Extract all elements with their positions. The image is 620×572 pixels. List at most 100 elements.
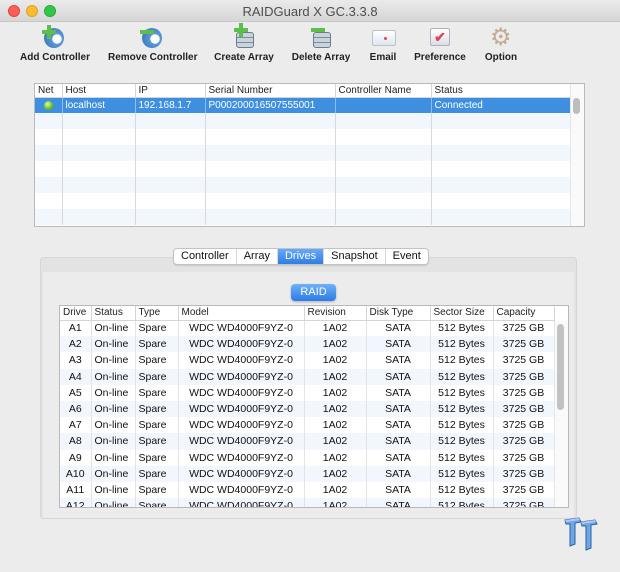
column-header[interactable]: Drive (60, 306, 92, 321)
raid-button[interactable]: RAID (291, 284, 336, 301)
drive-row[interactable]: A11 On-line Spare WDC WD4000F9YZ-0 1A02 SATA 5… (60, 481, 555, 499)
revision-cell: 1A02 (304, 498, 367, 507)
delete-array-label: Delete Array (291, 52, 351, 63)
sector-size-cell: 512 Bytes (430, 368, 494, 385)
drive-row[interactable]: A4 On-line Spare WDC WD4000F9YZ-0 1A02 SATA 51… (60, 368, 555, 385)
drive-row[interactable]: A10 On-line Spare WDC WD4000F9YZ-0 1A02 SATA 5… (60, 465, 555, 482)
controller-table: Net Host IP Serial Number Controller Nam… (34, 83, 585, 227)
capacity-cell: 3725 GB (493, 320, 555, 337)
disk-type-cell: SATA (366, 368, 431, 385)
sector-size-cell: 512 Bytes (430, 400, 494, 418)
drive-row[interactable]: A1 On-line Spare WDC WD4000F9YZ-0 1A02 SATA 51… (60, 320, 555, 337)
column-header[interactable]: Disk Type (366, 306, 431, 321)
status-cell: On-line (91, 433, 136, 450)
revision-cell: 1A02 (304, 368, 367, 385)
capacity-cell: 3725 GB (493, 384, 555, 401)
column-header[interactable]: Capacity (493, 306, 555, 321)
status-cell: Connected (431, 97, 573, 113)
drive-row[interactable]: A5 On-line Spare WDC WD4000F9YZ-0 1A02 SATA 51… (60, 384, 555, 401)
disk-type-cell: SATA (366, 320, 431, 337)
model-cell: WDC WD4000F9YZ-0 (178, 400, 305, 418)
column-header[interactable]: Sector Size (430, 306, 494, 321)
revision-cell: 1A02 (304, 384, 367, 401)
controller-scroll-thumb[interactable] (573, 98, 580, 114)
drive-cell: A2 (60, 336, 92, 353)
drive-cell: A1 (60, 320, 92, 337)
drive-row[interactable]: A9 On-line Spare WDC WD4000F9YZ-0 1A02 SATA 51… (60, 449, 555, 466)
disk-type-cell: SATA (366, 400, 431, 418)
type-cell: Spare (135, 368, 179, 385)
tab-snapshot[interactable]: Snapshot (324, 249, 386, 264)
type-cell: Spare (135, 433, 179, 450)
revision-cell: 1A02 (304, 320, 367, 337)
drive-row[interactable]: A8 On-line Spare WDC WD4000F9YZ-0 1A02 SATA 51… (60, 433, 555, 450)
serial-cell: P000200016507555001 (205, 97, 336, 113)
email-icon (369, 24, 397, 50)
drive-row[interactable]: A12 On-line Spare WDC WD4000F9YZ-0 1A02 SATA 5… (60, 498, 555, 507)
delete-array-button[interactable]: Delete Array (291, 24, 351, 63)
empty-row (35, 193, 573, 209)
disk-type-cell: SATA (366, 384, 431, 401)
option-button[interactable]: ⚙ Option (484, 24, 518, 64)
controller-table-header: Net Host IP Serial Number Controller Nam… (35, 84, 573, 98)
column-header[interactable]: Type (135, 306, 179, 321)
create-array-button[interactable]: Create Array (214, 23, 274, 63)
model-cell: WDC WD4000F9YZ-0 (178, 481, 305, 499)
add-controller-button[interactable]: Add Controller (20, 24, 90, 63)
tab-drives[interactable]: Drives (277, 249, 325, 264)
sector-size-cell: 512 Bytes (430, 417, 494, 434)
disk-type-cell: SATA (366, 449, 431, 466)
column-header[interactable]: Serial Number (205, 84, 336, 98)
drive-row[interactable]: A2 On-line Spare WDC WD4000F9YZ-0 1A02 SATA 51… (60, 336, 555, 353)
create-array-icon (230, 23, 258, 50)
email-button[interactable]: Email (366, 24, 400, 63)
column-header[interactable]: Controller Name (335, 84, 432, 98)
controller-row[interactable]: localhost 192.168.1.7 P00020001650755500… (35, 97, 573, 113)
type-cell: Spare (135, 449, 179, 466)
revision-cell: 1A02 (304, 465, 367, 482)
status-cell: On-line (91, 400, 136, 418)
drive-row[interactable]: A6 On-line Spare WDC WD4000F9YZ-0 1A02 SATA 51… (60, 400, 555, 418)
tab-controller[interactable]: Controller (174, 249, 237, 264)
column-header[interactable]: Status (91, 306, 136, 321)
drive-cell: A8 (60, 433, 92, 450)
column-header[interactable]: IP (135, 84, 206, 98)
tab-array[interactable]: Array (237, 249, 278, 264)
window-title: RAIDGuard X GC.3.3.8 (242, 4, 378, 19)
column-header[interactable]: Net (35, 84, 63, 98)
model-cell: WDC WD4000F9YZ-0 (178, 465, 305, 482)
preference-button[interactable]: ✔ Preference (414, 24, 466, 63)
drive-row[interactable]: A3 On-line Spare WDC WD4000F9YZ-0 1A02 SATA 51… (60, 352, 555, 369)
model-cell: WDC WD4000F9YZ-0 (178, 417, 305, 434)
gear-icon: ⚙ (490, 24, 512, 51)
drive-row[interactable]: A7 On-line Spare WDC WD4000F9YZ-0 1A02 SATA 51… (60, 417, 555, 434)
sector-size-cell: 512 Bytes (430, 449, 494, 466)
type-cell: Spare (135, 336, 179, 353)
drive-cell: A6 (60, 400, 92, 418)
model-cell: WDC WD4000F9YZ-0 (178, 336, 305, 353)
add-controller-icon (40, 24, 68, 50)
drive-cell: A10 (60, 465, 92, 482)
revision-cell: 1A02 (304, 336, 367, 353)
capacity-cell: 3725 GB (493, 465, 555, 482)
drives-table: Drive Status Type Model Revision Disk Ty… (59, 305, 569, 508)
type-cell: Spare (135, 400, 179, 418)
column-header[interactable]: Revision (304, 306, 367, 321)
model-cell: WDC WD4000F9YZ-0 (178, 433, 305, 450)
remove-controller-button[interactable]: Remove Controller (108, 24, 197, 63)
sector-size-cell: 512 Bytes (430, 498, 494, 507)
column-header[interactable]: Host (62, 84, 136, 98)
status-cell: On-line (91, 449, 136, 466)
capacity-cell: 3725 GB (493, 481, 555, 499)
model-cell: WDC WD4000F9YZ-0 (178, 384, 305, 401)
drives-scroll-thumb[interactable] (557, 324, 564, 410)
column-header[interactable]: Status (431, 84, 573, 98)
empty-row (35, 209, 573, 225)
column-header[interactable]: Model (178, 306, 305, 321)
type-cell: Spare (135, 498, 179, 507)
drive-cell: A11 (60, 481, 92, 499)
ip-cell: 192.168.1.7 (135, 97, 206, 113)
tab-event[interactable]: Event (386, 249, 428, 264)
capacity-cell: 3725 GB (493, 352, 555, 369)
empty-row (35, 113, 573, 129)
